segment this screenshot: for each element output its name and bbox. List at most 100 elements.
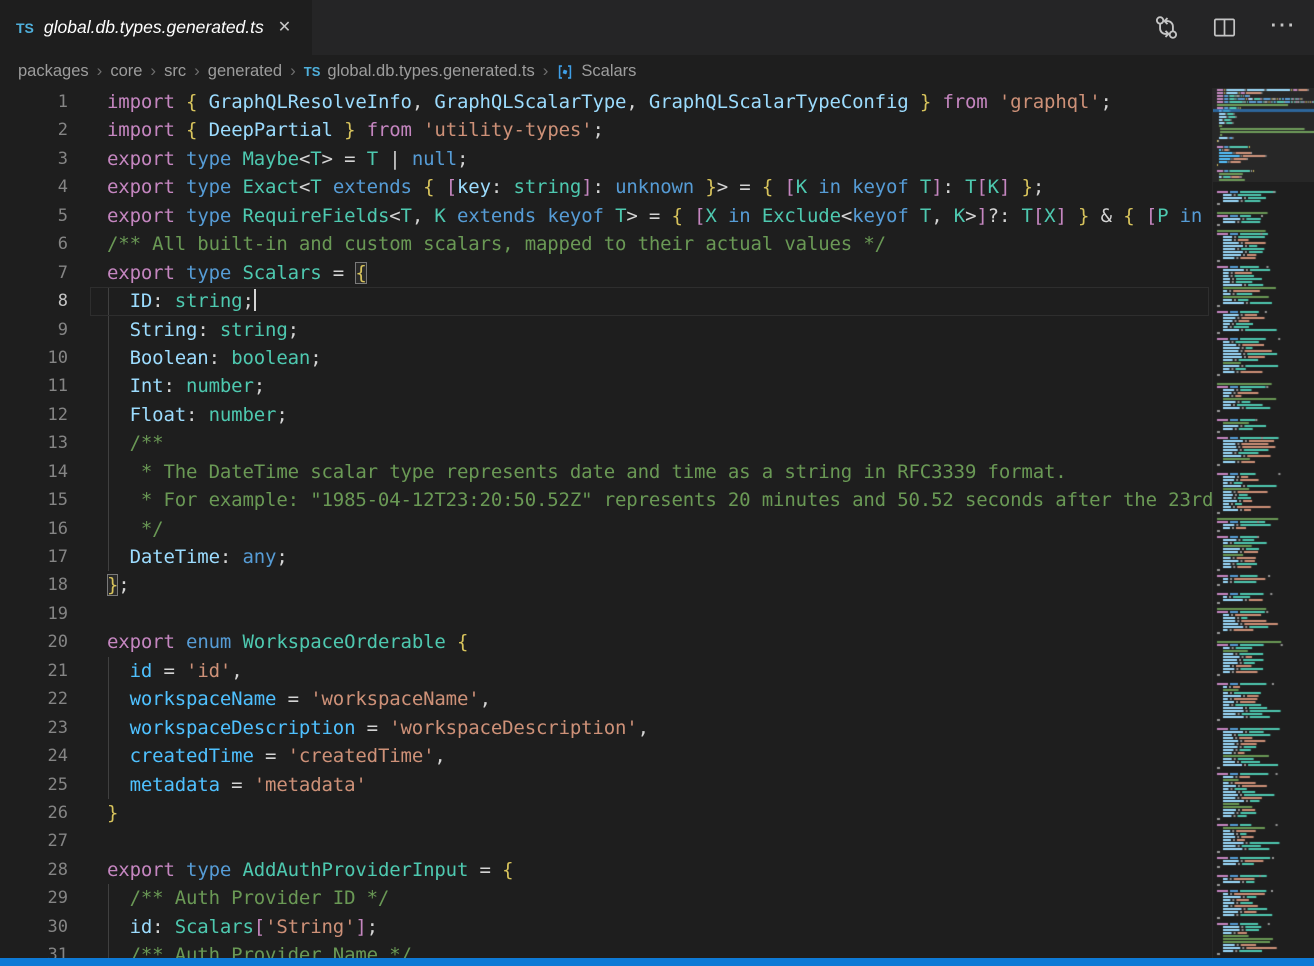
code-line-30[interactable]: 30 id: Scalars['String']; bbox=[0, 913, 1212, 941]
line-number[interactable]: 26 bbox=[0, 799, 68, 827]
code-line-9[interactable]: 9 String: string; bbox=[0, 316, 1212, 344]
breadcrumb-label: Scalars bbox=[581, 62, 636, 81]
code-line-2[interactable]: 2import { DeepPartial } from 'utility-ty… bbox=[0, 116, 1212, 144]
line-number[interactable]: 28 bbox=[0, 856, 68, 884]
line-number[interactable]: 11 bbox=[0, 372, 68, 400]
code-line-23[interactable]: 23 workspaceDescription = 'workspaceDesc… bbox=[0, 714, 1212, 742]
line-number[interactable]: 10 bbox=[0, 344, 68, 372]
code-line-18[interactable]: 18}; bbox=[0, 571, 1212, 599]
code-text: * For example: "1985-04-12T23:20:50.52Z"… bbox=[107, 486, 1212, 514]
line-number[interactable]: 23 bbox=[0, 714, 68, 742]
line-number[interactable]: 3 bbox=[0, 145, 68, 173]
breadcrumb-label: generated bbox=[208, 62, 282, 81]
breadcrumb-label: global.db.types.generated.ts bbox=[327, 62, 534, 81]
line-number[interactable]: 8 bbox=[0, 287, 68, 315]
code-line-24[interactable]: 24 createdTime = 'createdTime', bbox=[0, 742, 1212, 770]
code-line-17[interactable]: 17 DateTime: any; bbox=[0, 543, 1212, 571]
line-number[interactable]: 17 bbox=[0, 543, 68, 571]
code-line-22[interactable]: 22 workspaceName = 'workspaceName', bbox=[0, 685, 1212, 713]
code-line-27[interactable]: 27 bbox=[0, 827, 1212, 855]
code-line-7[interactable]: 7 export type Scalars = { bbox=[0, 259, 1212, 287]
code-text: /** Auth Provider Name */ bbox=[107, 941, 412, 958]
code-text: Boolean: boolean; bbox=[107, 344, 322, 372]
open-changes-icon[interactable] bbox=[1152, 14, 1180, 42]
code-line-14[interactable]: 14 * The DateTime scalar type represents… bbox=[0, 458, 1212, 486]
code-line-21[interactable]: 21 id = 'id', bbox=[0, 657, 1212, 685]
breadcrumb-item-src[interactable]: src bbox=[164, 62, 186, 81]
line-number[interactable]: 18 bbox=[0, 571, 68, 599]
tab-global-db-types-generated[interactable]: TS global.db.types.generated.ts ✕ bbox=[0, 0, 312, 55]
code-line-10[interactable]: 10 Boolean: boolean; bbox=[0, 344, 1212, 372]
code-text: Int: number; bbox=[107, 372, 265, 400]
code-line-25[interactable]: 25 metadata = 'metadata' bbox=[0, 771, 1212, 799]
line-number[interactable]: 14 bbox=[0, 458, 68, 486]
breadcrumb: packages›core›src›generated›TSglobal.db.… bbox=[0, 55, 1314, 88]
code-text: } bbox=[107, 799, 118, 827]
code-text: /** Auth Provider ID */ bbox=[107, 884, 389, 912]
line-number[interactable]: 29 bbox=[0, 884, 68, 912]
breadcrumb-item-scalars[interactable]: Scalars bbox=[556, 62, 636, 81]
code-text: DateTime: any; bbox=[107, 543, 288, 571]
chevron-right-icon: › bbox=[282, 61, 304, 81]
code-line-31[interactable]: 31 /** Auth Provider Name */ bbox=[0, 941, 1212, 958]
code-text: Float: number; bbox=[107, 401, 288, 429]
line-number[interactable]: 13 bbox=[0, 429, 68, 457]
breadcrumb-item-global-db-types-generated-ts[interactable]: TS global.db.types.generated.ts bbox=[304, 62, 535, 81]
line-number[interactable]: 22 bbox=[0, 685, 68, 713]
line-number[interactable]: 30 bbox=[0, 913, 68, 941]
code-line-13[interactable]: 13 /** bbox=[0, 429, 1212, 457]
line-number[interactable]: 9 bbox=[0, 316, 68, 344]
code-line-28[interactable]: 28export type AddAuthProviderInput = { bbox=[0, 856, 1212, 884]
code-text: workspaceName = 'workspaceName', bbox=[107, 685, 491, 713]
minimap[interactable] bbox=[1212, 88, 1314, 958]
chevron-right-icon: › bbox=[142, 61, 164, 81]
code-line-3[interactable]: 3 export type Maybe<T> = T | null; bbox=[0, 145, 1212, 173]
code-text: export type Maybe<T> = T | null; bbox=[107, 145, 468, 173]
code-text: export type Scalars = { bbox=[107, 259, 367, 287]
breadcrumb-item-core[interactable]: core bbox=[110, 62, 142, 81]
line-number[interactable]: 4 bbox=[0, 173, 68, 201]
line-number[interactable]: 27 bbox=[0, 827, 68, 855]
code-text: */ bbox=[107, 515, 163, 543]
line-number[interactable]: 7 bbox=[0, 259, 68, 287]
line-number[interactable]: 19 bbox=[0, 600, 68, 628]
line-number[interactable]: 2 bbox=[0, 116, 68, 144]
more-actions-icon[interactable]: ⋯ bbox=[1268, 14, 1296, 42]
code-line-19[interactable]: 19 bbox=[0, 600, 1212, 628]
close-icon[interactable]: ✕ bbox=[278, 20, 291, 36]
line-number[interactable]: 24 bbox=[0, 742, 68, 770]
code-text: id: Scalars['String']; bbox=[107, 913, 378, 941]
breadcrumb-item-packages[interactable]: packages bbox=[18, 62, 89, 81]
line-number[interactable]: 6 bbox=[0, 230, 68, 258]
breadcrumb-item-generated[interactable]: generated bbox=[208, 62, 282, 81]
code-line-15[interactable]: 15 * For example: "1985-04-12T23:20:50.5… bbox=[0, 486, 1212, 514]
line-number[interactable]: 21 bbox=[0, 657, 68, 685]
line-number[interactable]: 31 bbox=[0, 941, 68, 958]
line-number[interactable]: 15 bbox=[0, 486, 68, 514]
line-number[interactable]: 12 bbox=[0, 401, 68, 429]
minimap-canvas bbox=[1213, 88, 1314, 958]
line-number[interactable]: 16 bbox=[0, 515, 68, 543]
line-number[interactable]: 20 bbox=[0, 628, 68, 656]
code-line-1[interactable]: 1import { GraphQLResolveInfo, GraphQLSca… bbox=[0, 88, 1212, 116]
code-line-20[interactable]: 20 export enum WorkspaceOrderable { bbox=[0, 628, 1212, 656]
split-editor-icon[interactable] bbox=[1210, 14, 1238, 42]
code-text: export enum WorkspaceOrderable { bbox=[107, 628, 468, 656]
code-line-29[interactable]: 29 /** Auth Provider ID */ bbox=[0, 884, 1212, 912]
breadcrumb-label: src bbox=[164, 62, 186, 81]
code-line-4[interactable]: 4export type Exact<T extends { [key: str… bbox=[0, 173, 1212, 201]
typescript-icon: TS bbox=[304, 64, 321, 79]
code-line-6[interactable]: 6/** All built-in and custom scalars, ma… bbox=[0, 230, 1212, 258]
code-line-8[interactable]: 8 ID: string; bbox=[0, 287, 1212, 315]
code-line-16[interactable]: 16 */ bbox=[0, 515, 1212, 543]
code-line-11[interactable]: 11 Int: number; bbox=[0, 372, 1212, 400]
code-line-12[interactable]: 12 Float: number; bbox=[0, 401, 1212, 429]
code-line-5[interactable]: 5export type RequireFields<T, K extends … bbox=[0, 202, 1212, 230]
minimap-slider[interactable] bbox=[1213, 88, 1314, 182]
code-area[interactable]: 1import { GraphQLResolveInfo, GraphQLSca… bbox=[0, 88, 1212, 958]
line-number[interactable]: 25 bbox=[0, 771, 68, 799]
code-line-26[interactable]: 26} bbox=[0, 799, 1212, 827]
line-number[interactable]: 1 bbox=[0, 88, 68, 116]
chevron-right-icon: › bbox=[535, 61, 557, 81]
line-number[interactable]: 5 bbox=[0, 202, 68, 230]
